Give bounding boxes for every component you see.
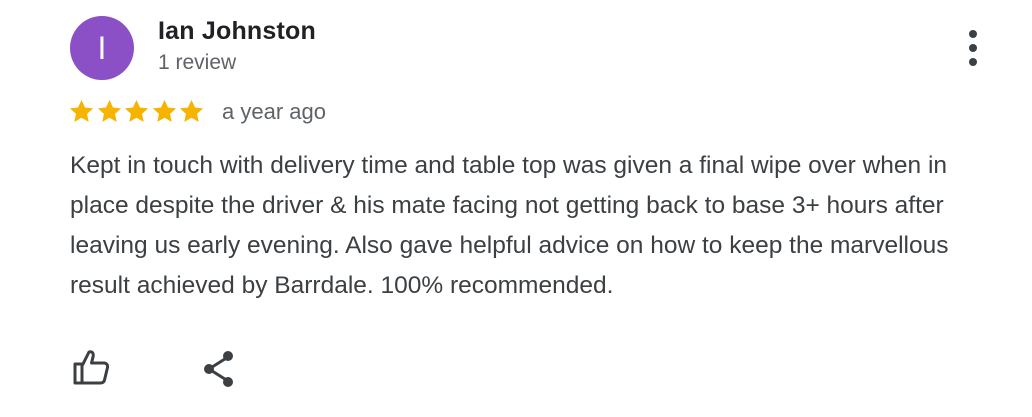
star-icon xyxy=(123,98,151,125)
star-icon xyxy=(151,98,179,125)
star-rating xyxy=(68,98,206,126)
reviewer-name[interactable]: Ian Johnston xyxy=(158,17,316,46)
like-icon[interactable] xyxy=(72,349,110,387)
avatar[interactable]: I xyxy=(70,16,134,80)
star-icon xyxy=(96,98,124,125)
review-date: a year ago xyxy=(222,99,326,124)
review-text: Kept in touch with delivery time and tab… xyxy=(70,152,949,299)
more-options-icon[interactable] xyxy=(960,30,988,66)
star-icon xyxy=(178,98,206,125)
reviewer-review-count: 1 review xyxy=(158,51,237,74)
star-icon xyxy=(68,98,96,125)
share-icon[interactable] xyxy=(200,349,238,389)
